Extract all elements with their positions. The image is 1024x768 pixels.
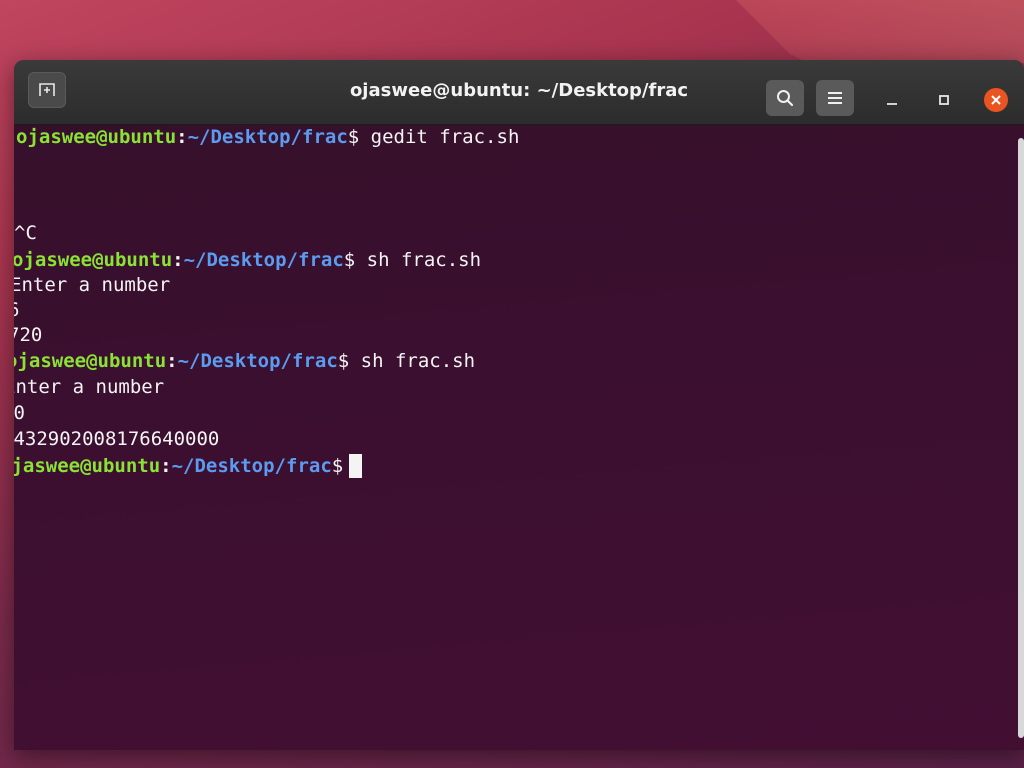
output-line: 720 <box>14 324 43 346</box>
minimize-icon <box>887 103 897 105</box>
prompt-user-host: ojaswee@ubuntu <box>14 249 173 271</box>
minimize-button[interactable] <box>880 88 904 112</box>
maximize-button[interactable] <box>932 88 956 112</box>
prompt-separator: : <box>166 350 178 372</box>
hamburger-menu-icon <box>828 92 842 104</box>
prompt-separator: : <box>176 126 188 148</box>
command-text: sh frac.sh <box>360 350 476 372</box>
prompt-line: ojaswee@ubuntu:~/Desktop/frac$ <box>14 454 363 478</box>
close-icon <box>991 95 1001 105</box>
output-line: 6 <box>14 298 19 322</box>
prompt-line: ojaswee@ubuntu:~/Desktop/frac$ gedit fra… <box>16 125 519 149</box>
menu-button[interactable] <box>816 80 854 116</box>
prompt-separator: : <box>172 249 184 271</box>
terminal-window: ojaswee@ubuntu: ~/Desktop/frac ojaswee@u… <box>14 60 1024 750</box>
output-line: Enter a number <box>14 274 171 296</box>
text-cursor <box>349 454 363 478</box>
command-text: sh frac.sh <box>366 249 482 271</box>
search-icon <box>777 90 794 107</box>
search-button[interactable] <box>766 80 804 116</box>
prompt-line: ojaswee@ubuntu:~/Desktop/frac$ sh frac.s… <box>14 248 481 272</box>
title-bar[interactable]: ojaswee@ubuntu: ~/Desktop/frac <box>14 60 1024 125</box>
prompt-dollar: $ <box>331 455 344 477</box>
prompt-user-host: ojaswee@ubuntu <box>16 126 177 148</box>
output-line: 2432902008176640000 <box>14 428 220 450</box>
maximize-icon <box>939 95 949 105</box>
interrupt-line: ^C <box>14 222 37 244</box>
prompt-dollar: $ <box>343 249 356 271</box>
prompt-path: ~/Desktop/frac <box>187 126 348 148</box>
terminal-output[interactable]: ojaswee@ubuntu:~/Desktop/frac$ gedit fra… <box>14 125 1010 750</box>
prompt-dollar: $ <box>347 126 360 148</box>
scrollbar[interactable] <box>1018 138 1024 738</box>
prompt-separator: : <box>160 455 172 477</box>
prompt-path: ~/Desktop/frac <box>177 350 338 372</box>
prompt-dollar: $ <box>337 350 350 372</box>
output-line: Enter a number <box>14 376 165 398</box>
prompt-user-host: ojaswee@ubuntu <box>14 350 167 372</box>
prompt-path: ~/Desktop/frac <box>171 455 332 477</box>
prompt-path: ~/Desktop/frac <box>183 249 344 271</box>
output-line: 20 <box>14 402 25 424</box>
close-button[interactable] <box>984 88 1008 112</box>
command-text: gedit frac.sh <box>370 126 520 148</box>
prompt-line: ojaswee@ubuntu:~/Desktop/frac$ sh frac.s… <box>14 349 475 373</box>
prompt-user-host: ojaswee@ubuntu <box>14 455 161 477</box>
window-title: ojaswee@ubuntu: ~/Desktop/frac <box>349 80 689 101</box>
